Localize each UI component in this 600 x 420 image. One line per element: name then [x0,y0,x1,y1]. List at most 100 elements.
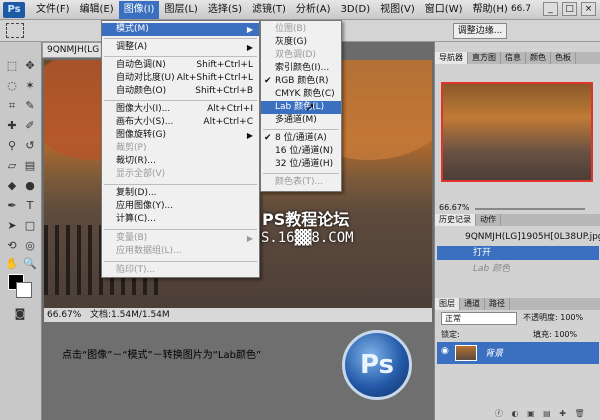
mode-duotone[interactable]: 双色调(D) [261,49,341,62]
pen-tool-icon[interactable]: ✒ [4,198,20,214]
menu-file[interactable]: 文件(F) [31,1,75,19]
menu-item-apply-image[interactable]: 应用图像(Y)... [102,200,259,213]
opacity-control[interactable]: 不透明度: 100% [523,312,583,323]
menu-bar: Ps 文件(F) 编辑(E) 图像(I) 图层(L) 选择(S) 滤镜(T) 分… [0,0,600,20]
mode-multichannel[interactable]: 多通道(M) [261,114,341,127]
mode-grayscale[interactable]: 灰度(G) [261,36,341,49]
tab-channels[interactable]: 通道 [460,298,485,310]
hand-tool-icon[interactable]: ✋ [4,256,20,272]
background-color-swatch[interactable] [16,282,32,298]
tutorial-caption: 点击“图像”－“模式”－转换图片为“Lab颜色” [62,350,262,361]
maximize-button[interactable]: □ [562,2,577,16]
close-button[interactable]: × [581,2,596,16]
document-info: 文档:1.54M/1.54M [90,310,170,320]
history-brush-icon[interactable]: ↺ [22,138,38,154]
document-tab[interactable]: 9QNMJH(LG [42,42,102,58]
navigator-thumbnail[interactable] [441,82,593,182]
menu-item-image-size[interactable]: 图像大小(I)... Alt+Ctrl+I [102,103,259,116]
menu-analysis[interactable]: 分析(A) [291,1,336,19]
menu-item-auto-color[interactable]: 自动颜色(O) Shift+Ctrl+B [102,85,259,98]
3d-orbit-icon[interactable]: ◎ [22,238,38,254]
history-lab[interactable]: Lab 颜色 [437,262,599,276]
refine-edge-button[interactable]: 调整边缘... [453,23,507,39]
history-snapshot[interactable]: 9QNMJH(LG]1905H[0L38UP.jpg [437,230,600,244]
menu-edit[interactable]: 编辑(E) [75,1,119,19]
menu-item-reveal-all[interactable]: 显示全部(V) [102,168,259,181]
minimize-button[interactable]: _ [543,2,558,16]
tab-color[interactable]: 颜色 [526,52,551,64]
menu-item-auto-contrast[interactable]: 自动对比度(U) Alt+Shift+Ctrl+L [102,72,259,85]
dodge-tool-icon[interactable]: ● [22,178,38,194]
tab-layers[interactable]: 图层 [435,298,460,310]
type-tool-icon[interactable]: T [22,198,38,214]
navigator-zoom[interactable]: 66.67% [439,203,470,212]
zoom-level[interactable]: 66.7 [511,4,531,14]
menu-item-auto-tone[interactable]: 自动色调(N) Shift+Ctrl+L [102,59,259,72]
mouse-cursor-icon: ➚ [305,100,316,114]
path-select-icon[interactable]: ➤ [4,218,20,234]
menu-select[interactable]: 选择(S) [203,1,247,19]
status-zoom[interactable]: 66.67% [47,310,81,320]
tab-paths[interactable]: 路径 [485,298,510,310]
menu-item-trim[interactable]: 裁切(R)... [102,155,259,168]
eye-icon[interactable]: ◉ [441,346,449,356]
lasso-tool-icon[interactable]: ◌ [4,78,20,94]
menu-item-adjust[interactable]: 调整(A) ▶ [102,41,259,54]
shape-tool-icon[interactable]: □ [22,218,38,234]
watermark-url: BBS.16▓▓8.COM [244,230,354,246]
navigator-zoom-slider[interactable] [475,208,585,210]
marquee-tool-icon[interactable]: ⬚ [4,58,20,74]
3d-rotate-icon[interactable]: ⟲ [4,238,20,254]
menu-item-variables[interactable]: 变量(B) ▶ [102,232,259,245]
mode-16bit[interactable]: 16 位/通道(N) [261,145,341,158]
blur-tool-icon[interactable]: ◆ [4,178,20,194]
lock-label: 锁定: [441,330,460,339]
menu-item-apply-data-set[interactable]: 应用数据组(L)... [102,245,259,258]
gradient-icon[interactable]: ▤ [22,158,38,174]
tab-histogram[interactable]: 直方图 [468,52,501,64]
menu-image[interactable]: 图像(I) [118,0,160,19]
move-tool-icon[interactable]: ✥ [22,58,38,74]
mode-indexed[interactable]: 索引颜色(I)... [261,62,341,75]
eyedropper-icon[interactable]: ✎ [22,98,38,114]
tab-actions[interactable]: 动作 [476,214,501,226]
marquee-icon[interactable] [6,23,24,38]
layer-panel-icons[interactable]: ⓕ ◐ ▣ ▤ ✚ 🗑 [495,408,588,419]
menu-3d[interactable]: 3D(D) [336,1,376,19]
brush-tool-icon[interactable]: ✐ [22,118,38,134]
menu-view[interactable]: 视图(V) [375,1,420,19]
mode-cmyk[interactable]: CMYK 颜色(C) [261,88,341,101]
menu-window[interactable]: 窗口(W) [420,1,468,19]
menu-item-mode[interactable]: 模式(M) ▶ [102,23,259,36]
tab-info[interactable]: 信息 [501,52,526,64]
blend-mode-select[interactable]: 正常 [441,312,517,325]
menu-item-canvas-size[interactable]: 画布大小(S)... Alt+Ctrl+C [102,116,259,129]
mode-8bit[interactable]: ✔ 8 位/通道(A) [261,132,341,145]
tab-navigator[interactable]: 导航器 [435,52,468,64]
mode-32bit[interactable]: 32 位/通道(H) [261,158,341,171]
eraser-icon[interactable]: ▱ [4,158,20,174]
history-open[interactable]: 打开 [437,246,599,260]
menu-layer[interactable]: 图层(L) [159,1,202,19]
fill-control[interactable]: 填充: 100% [533,329,577,340]
tab-swatches[interactable]: 色板 [551,52,576,64]
healing-brush-icon[interactable]: ✚ [4,118,20,134]
menu-item-crop[interactable]: 裁剪(P) [102,142,259,155]
menu-item-duplicate[interactable]: 复制(D)... [102,187,259,200]
mode-rgb[interactable]: ✔ RGB 颜色(R) [261,75,341,88]
mode-bitmap[interactable]: 位图(B) [261,23,341,36]
tab-history[interactable]: 历史记录 [435,214,476,226]
menu-item-rotation[interactable]: 图像旋转(G) ▶ [102,129,259,142]
mode-color-table[interactable]: 颜色表(T)... [261,176,341,189]
mode-lab[interactable]: Lab 颜色(L) [261,101,341,114]
menu-item-calculations[interactable]: 计算(C)... [102,213,259,226]
clone-stamp-icon[interactable]: ⚲ [4,138,20,154]
magic-wand-icon[interactable]: ✶ [22,78,38,94]
zoom-tool-icon[interactable]: 🔍 [22,256,38,272]
menu-filter[interactable]: 滤镜(T) [247,1,291,19]
layer-background[interactable]: ◉ 背景 [437,342,599,364]
crop-tool-icon[interactable]: ⌗ [4,98,20,114]
quick-mask-icon[interactable]: ◙ [12,306,28,322]
menu-help[interactable]: 帮助(H) [468,1,513,19]
menu-item-trap[interactable]: 陷印(T)... [102,264,259,277]
